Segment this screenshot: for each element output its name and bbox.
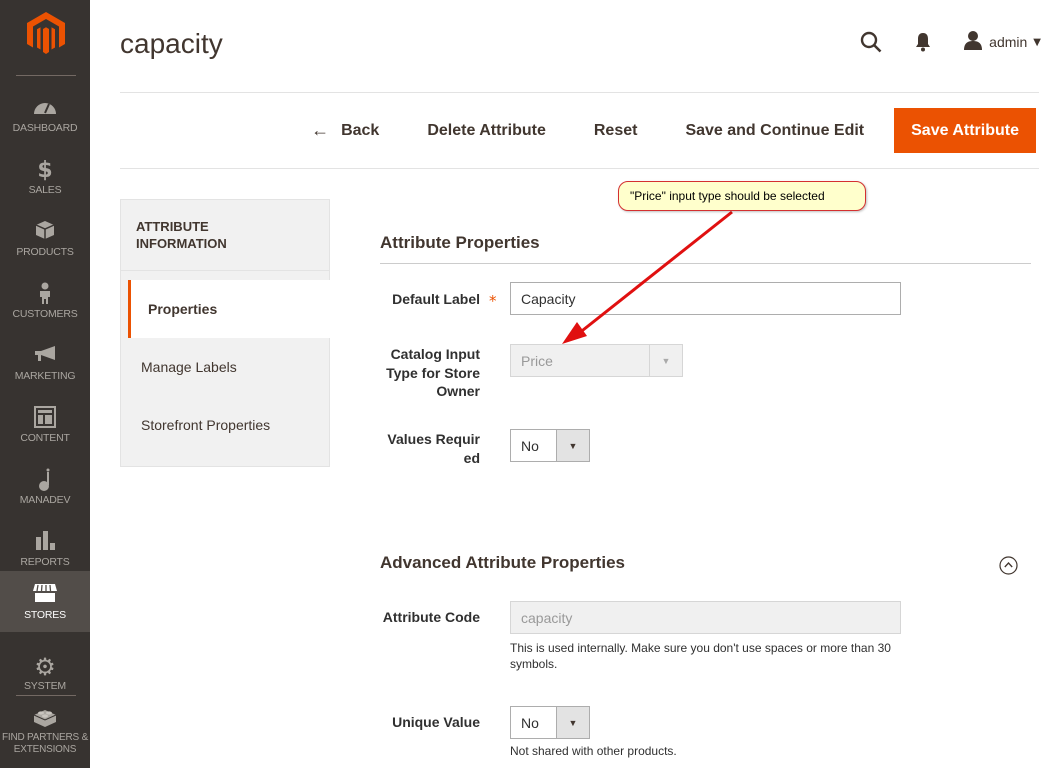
admin-sidebar: DASHBOARD $ SALES PRODUCTS CUSTOMERS MAR… — [0, 0, 90, 768]
section-divider — [380, 263, 1031, 264]
tab-storefront-properties[interactable]: Storefront Properties — [121, 396, 330, 454]
sidebar-item-system[interactable]: ⚙ SYSTEM — [0, 646, 90, 708]
chevron-down-icon: ▼ — [556, 430, 589, 461]
dashboard-icon — [0, 96, 90, 122]
storefront-icon — [0, 583, 90, 609]
page-title: capacity — [120, 28, 223, 59]
values-required-value: No — [521, 437, 539, 454]
default-label-input[interactable] — [510, 282, 901, 315]
logo-divider — [16, 75, 76, 76]
unique-value-note: Not shared with other products. — [510, 744, 677, 758]
catalog-input-type-value: Price — [521, 352, 553, 369]
catalog-input-type-select[interactable]: Price ▼ — [510, 344, 683, 377]
magento-logo-icon[interactable] — [27, 12, 65, 54]
layout-icon — [0, 406, 90, 432]
admin-username: admin — [989, 34, 1028, 50]
back-button[interactable]: ← Back — [287, 108, 403, 153]
back-label: Back — [341, 121, 380, 139]
required-asterisk: * — [489, 292, 497, 310]
page-actions-toolbar: ← Back Delete Attribute Reset Save and C… — [280, 108, 1036, 153]
collapse-section-icon[interactable] — [999, 556, 1018, 575]
advanced-properties-title: Advanced Attribute Properties — [380, 553, 625, 572]
lego-brick-icon — [0, 706, 90, 732]
attribute-code-label: Attribute Code — [382, 609, 480, 625]
annotation-callout: "Price" input type should be selected — [618, 181, 866, 211]
sidebar-item-products[interactable]: PRODUCTS — [0, 212, 90, 274]
header-actions: admin ▼ — [857, 28, 1041, 56]
sidebar-item-sales[interactable]: $ SALES — [0, 150, 90, 212]
sidebar-divider — [16, 695, 76, 696]
unique-value-value: No — [521, 714, 539, 731]
arrow-left-icon: ← — [311, 120, 330, 140]
admin-user-menu[interactable]: admin ▼ — [963, 30, 1041, 54]
tabs-separator — [121, 270, 329, 271]
manadev-icon — [0, 468, 90, 494]
attribute-code-input[interactable] — [510, 601, 901, 634]
attribute-information-tabs: ATTRIBUTE INFORMATION Properties Manage L… — [120, 199, 330, 467]
header-divider — [120, 92, 1039, 93]
sidebar-item-content[interactable]: CONTENT — [0, 398, 90, 460]
values-required-label: Values Requir ed — [387, 431, 480, 466]
bar-chart-icon — [0, 530, 90, 556]
chevron-down-icon: ▼ — [1033, 36, 1041, 48]
bell-icon[interactable] — [909, 28, 937, 56]
toolbar-divider — [120, 168, 1039, 169]
attribute-code-note: This is used internally. Make sure you d… — [510, 641, 891, 671]
delete-attribute-button[interactable]: Delete Attribute — [403, 108, 570, 153]
unique-value-label: Unique Value — [392, 714, 480, 730]
search-icon[interactable] — [857, 28, 885, 56]
person-icon — [0, 282, 90, 308]
save-and-continue-button[interactable]: Save and Continue Edit — [661, 108, 888, 153]
dollar-icon: $ — [37, 158, 53, 183]
sidebar-item-find-partners[interactable]: FIND PARTNERS & EXTENSIONS — [0, 700, 90, 768]
sidebar-item-dashboard[interactable]: DASHBOARD — [0, 88, 90, 150]
megaphone-icon — [0, 344, 90, 370]
default-label-label: Default Label — [392, 291, 480, 307]
chevron-down-icon: ▼ — [649, 345, 682, 376]
tab-properties[interactable]: Properties — [128, 280, 330, 338]
attribute-properties-title: Attribute Properties — [380, 233, 540, 252]
tab-manage-labels[interactable]: Manage Labels — [121, 338, 330, 396]
tabs-title: ATTRIBUTE INFORMATION — [136, 219, 227, 251]
catalog-input-type-label: Catalog Input Type for Store Owner — [386, 346, 480, 399]
reset-button[interactable]: Reset — [570, 108, 662, 153]
annotation-arrow-line — [577, 210, 733, 336]
unique-value-select[interactable]: No ▼ — [510, 706, 590, 739]
box-icon — [0, 220, 90, 246]
user-icon — [963, 30, 983, 54]
sidebar-item-customers[interactable]: CUSTOMERS — [0, 274, 90, 336]
sidebar-item-manadev[interactable]: MANADEV — [0, 460, 90, 522]
annotation-arrow-head — [562, 322, 587, 344]
values-required-select[interactable]: No ▼ — [510, 429, 590, 462]
save-attribute-button[interactable]: Save Attribute — [894, 108, 1036, 153]
chevron-down-icon: ▼ — [556, 707, 589, 738]
gear-icon: ⚙ — [34, 653, 56, 681]
sidebar-item-marketing[interactable]: MARKETING — [0, 336, 90, 398]
sidebar-item-stores[interactable]: STORES — [0, 571, 90, 632]
